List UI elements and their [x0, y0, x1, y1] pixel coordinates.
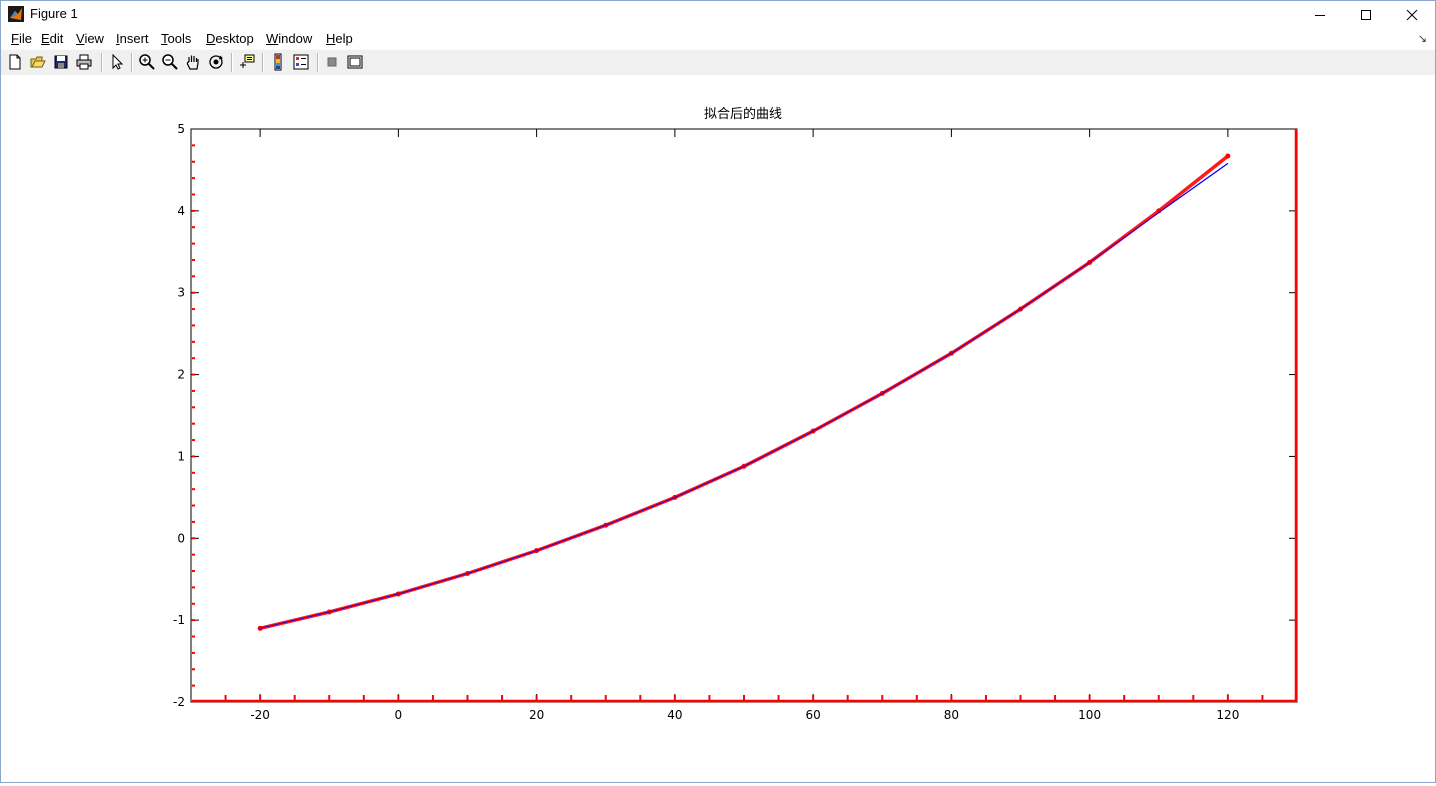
y-tick-label: 0: [177, 531, 185, 545]
x-tick-label: 20: [529, 708, 544, 722]
x-tick-label: 120: [1216, 708, 1239, 722]
menubar-dock-arrow-icon[interactable]: ↘: [1418, 32, 1427, 45]
menu-help[interactable]: Help: [326, 31, 353, 46]
menu-help-rest: elp: [335, 31, 353, 46]
menu-insert[interactable]: Insert: [116, 31, 149, 46]
x-tick-label: -20: [250, 708, 270, 722]
new-figure-icon[interactable]: [6, 53, 24, 71]
figure-window: Figure 1 File Edit View Insert Tools Des…: [0, 0, 1436, 783]
menu-edit[interactable]: Edit: [41, 31, 63, 46]
window-title: Figure 1: [30, 6, 78, 21]
hide-plot-tools-icon[interactable]: [323, 53, 341, 71]
insert-colorbar-icon[interactable]: [269, 53, 287, 71]
open-file-icon[interactable]: [29, 53, 47, 71]
rotate-3d-icon[interactable]: [207, 53, 225, 71]
y-tick-label: 4: [177, 204, 185, 218]
figure-toolbar: [1, 49, 1435, 76]
menu-desktop-rest: esktop: [215, 31, 254, 46]
maximize-icon: [1361, 9, 1371, 20]
y-tick-label: 5: [177, 122, 185, 136]
insert-legend-icon[interactable]: [292, 53, 310, 71]
y-tick-label: 1: [177, 449, 185, 463]
y-tick-label: 3: [177, 286, 185, 300]
zoom-in-icon[interactable]: [138, 53, 156, 71]
menu-tools[interactable]: Tools: [161, 31, 191, 46]
toolbar-separator: [131, 53, 133, 72]
show-plot-tools-icon[interactable]: [346, 53, 364, 71]
menu-tools-rest: ools: [167, 31, 192, 46]
chart-title: 拟合后的曲线: [704, 106, 782, 122]
title-bar[interactable]: Figure 1: [1, 1, 1435, 28]
figure-canvas[interactable]: -20 0 20 40 60 80 100 120 -2 -1 0 1 2 3 4 5 拟合后的曲线: [1, 75, 1435, 782]
menu-bar: File Edit View Insert Tools Desktop Wind…: [1, 28, 1435, 50]
menu-desktop[interactable]: Desktop: [206, 31, 254, 46]
menu-window-rest: indow: [278, 31, 313, 46]
toolbar-separator: [231, 53, 233, 72]
menu-file-rest: ile: [18, 31, 32, 46]
close-button[interactable]: [1389, 1, 1435, 28]
print-icon[interactable]: [75, 53, 93, 71]
toolbar-separator: [262, 53, 264, 72]
close-icon: [1406, 9, 1418, 20]
save-icon[interactable]: [52, 53, 70, 71]
y-tick-label: -2: [173, 695, 185, 709]
edit-plot-arrow-icon[interactable]: [108, 53, 126, 71]
toolbar-separator: [101, 53, 103, 72]
menu-insert-rest: nsert: [119, 31, 149, 46]
menu-file[interactable]: File: [11, 31, 32, 46]
y-tick-label: 2: [177, 368, 185, 382]
pan-hand-icon[interactable]: [184, 53, 202, 71]
x-tick-label: 60: [805, 708, 820, 722]
data-point: [1225, 153, 1231, 159]
axes-box: [190, 128, 1298, 703]
minimize-icon: [1315, 14, 1325, 16]
menu-window[interactable]: Window: [266, 31, 312, 46]
plot-axes[interactable]: -20 0 20 40 60 80 100 120 -2 -1 0 1 2 3 4 5 拟合后的曲线: [1, 75, 1435, 782]
x-tick-label: 40: [667, 708, 682, 722]
menu-edit-rest: dit: [49, 31, 64, 46]
zoom-out-icon[interactable]: [161, 53, 179, 71]
maximize-button[interactable]: [1343, 1, 1389, 28]
x-tick-label: 0: [395, 708, 403, 722]
y-tick-label: -1: [173, 613, 185, 627]
matlab-icon: [8, 6, 24, 22]
data-cursor-icon[interactable]: [238, 53, 256, 71]
menu-view[interactable]: View: [76, 31, 104, 46]
minimize-button[interactable]: [1297, 1, 1343, 28]
menu-view-rest: iew: [84, 31, 104, 46]
x-tick-label: 100: [1078, 708, 1101, 722]
toolbar-separator: [317, 53, 319, 72]
x-tick-label: 80: [944, 708, 959, 722]
